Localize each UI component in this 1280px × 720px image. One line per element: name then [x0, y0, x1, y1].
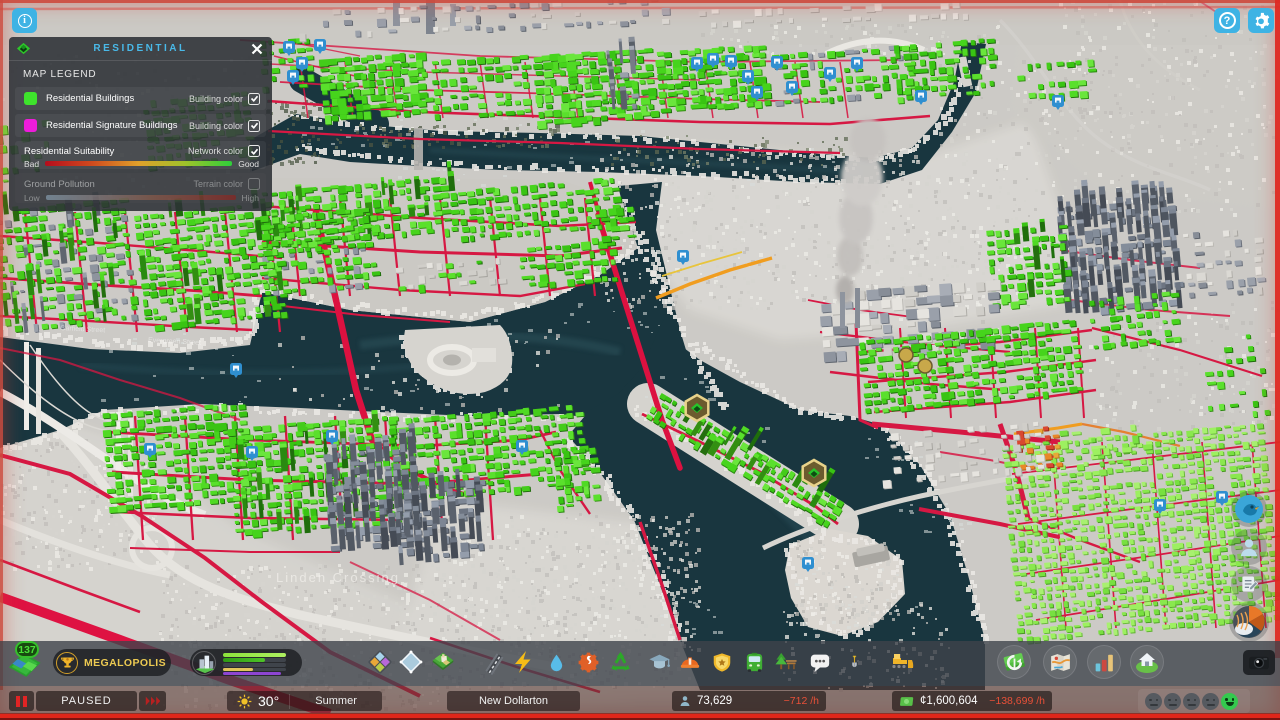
svg-text:Linden Crossing: Linden Crossing [276, 570, 400, 585]
